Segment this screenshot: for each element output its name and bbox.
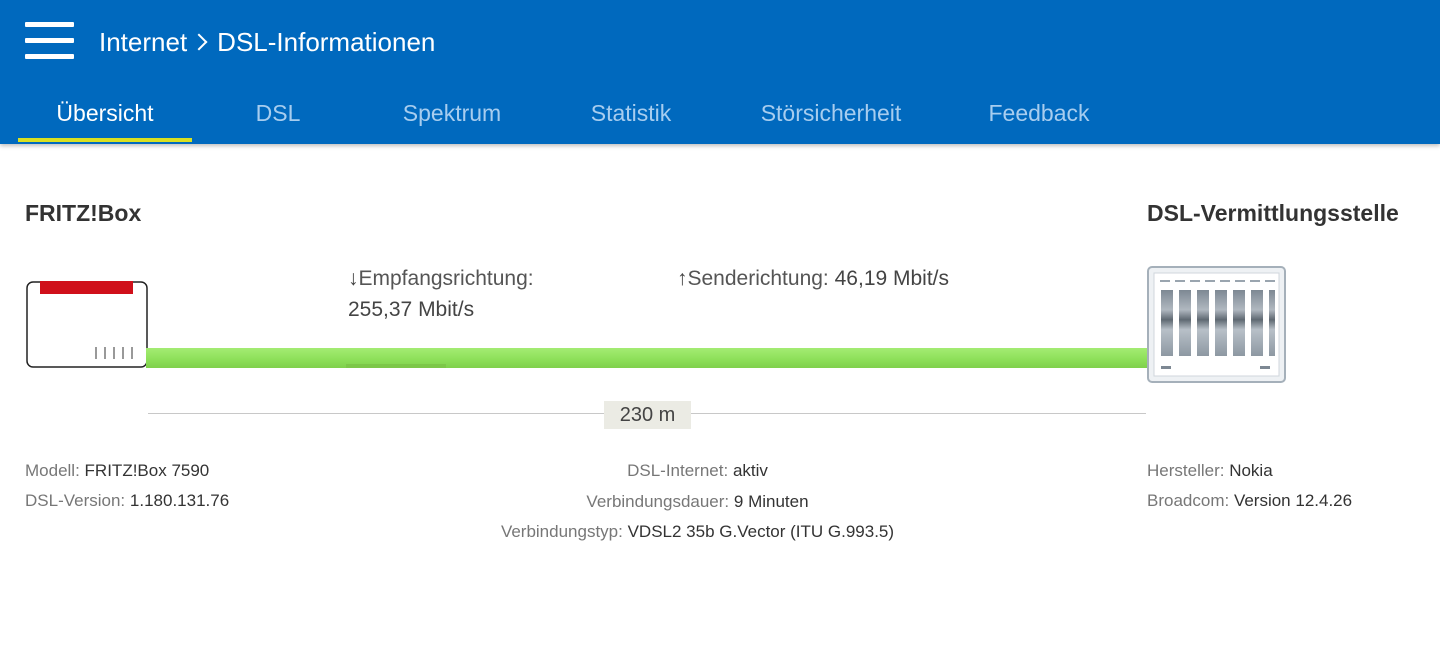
upstream-rate: ↑Senderichtung: 46,19 Mbit/s: [677, 263, 949, 294]
distance-badge: 230 m: [604, 401, 691, 429]
fritzbox-title: FRITZ!Box: [25, 200, 142, 226]
broadcom-value: Version 12.4.26: [1233, 491, 1353, 510]
tab-dsl[interactable]: DSL: [228, 90, 328, 142]
dsl-cable: [146, 348, 1148, 368]
hamburger-menu-icon[interactable]: [25, 22, 75, 60]
chevron-right-icon: [190, 33, 208, 51]
downstream-label: Empfangsrichtung:: [358, 267, 534, 290]
broadcom-key: Broadcom:: [1147, 491, 1230, 510]
dsl-version-key: DSL-Version:: [25, 491, 126, 510]
app-header: Internet DSL-Informationen Übersicht DSL…: [0, 0, 1440, 144]
dsl-version-value: 1.180.131.76: [129, 491, 230, 510]
menu-bar: [25, 22, 74, 27]
downstream-value: 255,37 Mbit/s: [348, 298, 475, 321]
downstream-label-row: ↓Empfangsrichtung:: [348, 263, 534, 294]
down-arrow-icon: ↓: [348, 267, 359, 290]
info-row-model: Modell: FRITZ!Box 7590: [25, 456, 229, 486]
manufacturer-value: Nokia: [1229, 461, 1273, 480]
connection-type-key: Verbindungstyp:: [500, 522, 623, 541]
menu-bar: [25, 54, 74, 59]
tab-uebersicht[interactable]: Übersicht: [18, 90, 192, 142]
cable-segment: [346, 364, 446, 368]
tab-stoersicherheit[interactable]: Störsicherheit: [740, 90, 922, 142]
duration-key: Verbindungsdauer:: [586, 491, 730, 511]
info-row-dsl-internet: DSL-Internet: aktiv: [400, 456, 995, 487]
info-row-broadcom: Broadcom: Version 12.4.26: [1147, 486, 1352, 516]
info-row-dsl-version: DSL-Version: 1.180.131.76: [25, 486, 229, 516]
breadcrumb: Internet DSL-Informationen: [99, 24, 435, 60]
fritzbox-info: Modell: FRITZ!Box 7590 DSL-Version: 1.18…: [25, 456, 229, 516]
info-row-duration: Verbindungsdauer: 9 Minuten: [400, 487, 995, 518]
menu-bar: [25, 38, 74, 43]
model-value: FRITZ!Box 7590: [84, 461, 210, 480]
tab-spektrum[interactable]: Spektrum: [382, 90, 522, 142]
upstream-value: 46,19 Mbit/s: [834, 267, 950, 290]
tab-statistik[interactable]: Statistik: [566, 90, 696, 142]
connection-type-value: VDSL2 35b G.Vector (ITU G.993.5): [627, 522, 895, 541]
upstream-label: Senderichtung:: [687, 267, 829, 290]
fritzbox-router-icon: [26, 281, 148, 368]
tab-bar: Übersicht DSL Spektrum Statistik Störsic…: [0, 90, 1440, 144]
dsl-exchange-icon: [1147, 266, 1286, 383]
info-row-manufacturer: Hersteller: Nokia: [1147, 456, 1352, 486]
downstream-rate: ↓Empfangsrichtung: 255,37 Mbit/s: [348, 263, 534, 325]
duration-value: 9 Minuten: [733, 491, 809, 511]
tab-feedback[interactable]: Feedback: [968, 90, 1110, 142]
info-row-connection-type: Verbindungstyp: VDSL2 35b G.Vector (ITU …: [400, 517, 995, 548]
breadcrumb-parent[interactable]: Internet: [99, 27, 187, 58]
up-arrow-icon: ↑: [677, 267, 688, 290]
exchange-info: Hersteller: Nokia Broadcom: Version 12.4…: [1147, 456, 1352, 516]
connection-info: DSL-Internet: aktiv Verbindungsdauer: 9 …: [400, 456, 995, 548]
dsl-exchange-title: DSL-Vermittlungsstelle: [1147, 200, 1399, 226]
dsl-internet-key: DSL-Internet:: [627, 461, 729, 480]
page-title: DSL-Informationen: [217, 26, 436, 57]
dsl-internet-value: aktiv: [732, 461, 768, 480]
model-key: Modell:: [25, 461, 80, 480]
manufacturer-key: Hersteller:: [1147, 461, 1225, 480]
